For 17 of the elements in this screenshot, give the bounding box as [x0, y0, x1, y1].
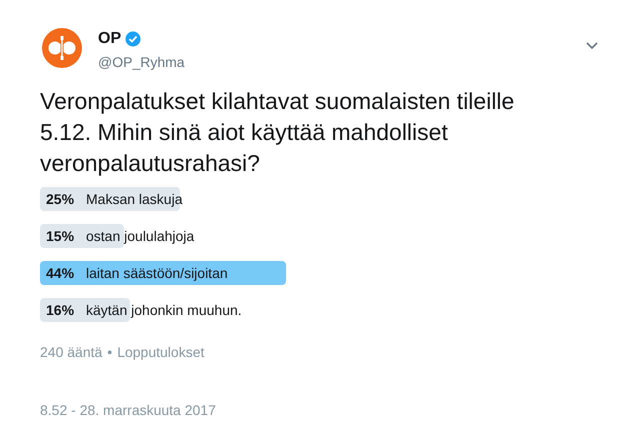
poll-percent: 15%: [46, 226, 76, 246]
poll-option-label: ostan joululahjoja: [86, 226, 194, 246]
author-name[interactable]: OP: [98, 29, 122, 49]
logo-icon: [42, 28, 82, 68]
vote-count: 240 ääntä: [40, 343, 102, 362]
tweet-text: Veronpalatukset kilahtavat suomalaisten tileille 5.12. Mihin sinä aiot käyttää mahdolliset veronpalautusrahasi?: [40, 87, 516, 178]
poll-percent: 25%: [46, 190, 76, 208]
poll-percent: 16%: [46, 300, 76, 320]
tweet-timestamp[interactable]: 8.52 - 28. marraskuuta 2017: [40, 400, 216, 421]
poll-option-label: Maksan laskuja: [86, 190, 182, 209]
poll-status: Lopputulokset: [117, 343, 204, 362]
separator-dot: •: [107, 343, 112, 362]
poll-option-label: laitan säästöön/sijoitan: [86, 264, 228, 283]
author-handle[interactable]: @OP_Ryhma: [98, 52, 185, 72]
chevron-down-icon[interactable]: [586, 42, 598, 50]
poll-percent: 44%: [46, 264, 76, 282]
poll-option-label: käytän johonkin muuhun.: [86, 300, 242, 320]
